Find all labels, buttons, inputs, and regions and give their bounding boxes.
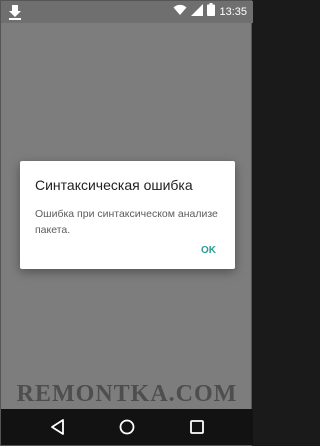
phone-screen: 13:35 Синтаксическая ошибка Ошибка при с… <box>0 0 253 446</box>
download-icon <box>8 4 22 20</box>
home-icon[interactable] <box>118 418 136 436</box>
ok-button[interactable]: OK <box>201 245 216 256</box>
wifi-icon <box>173 3 187 21</box>
dialog-title: Синтаксическая ошибка <box>35 177 193 193</box>
signal-icon <box>191 3 204 21</box>
recents-icon[interactable] <box>188 418 206 436</box>
battery-icon <box>207 3 216 21</box>
status-time: 13:35 <box>219 6 247 18</box>
status-bar: 13:35 <box>1 1 253 23</box>
parse-error-dialog: Синтаксическая ошибка Ошибка при синтакс… <box>20 161 235 269</box>
watermark: REMONTKA.COM <box>16 381 238 407</box>
back-icon[interactable] <box>49 418 67 436</box>
dialog-message: Ошибка при синтаксическом анализе пакета… <box>35 208 218 236</box>
status-indicators: 13:35 <box>173 3 247 21</box>
navigation-bar <box>1 409 253 445</box>
